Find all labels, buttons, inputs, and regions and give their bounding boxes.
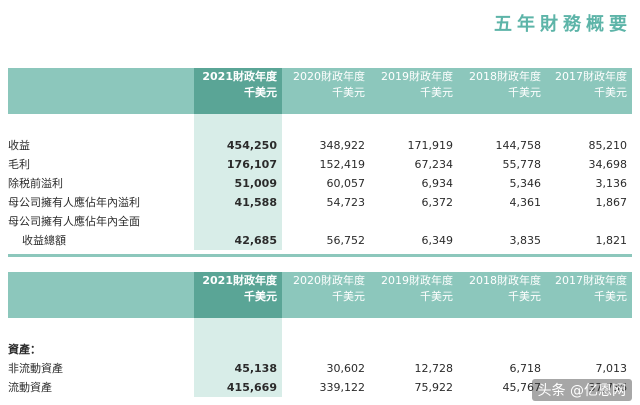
value-cell: 7,013 (595, 362, 628, 375)
header-year: 2017財政年度 (555, 70, 627, 83)
row-label: 毛利 (8, 158, 30, 171)
value-cell: 41,588 (194, 193, 282, 212)
header-unit: 千美元 (594, 290, 627, 303)
header-unit: 千美元 (332, 290, 365, 303)
row-label: 母公司擁有人應佔年內全面 (8, 215, 140, 228)
value-cell: 34,698 (588, 158, 628, 171)
header-unit: 千美元 (244, 86, 277, 99)
value-cell: 67,234 (414, 158, 454, 171)
value-cell: 5,346 (509, 177, 542, 190)
header-unit: 千美元 (508, 290, 541, 303)
value-cell (458, 212, 546, 231)
table-divider (8, 254, 632, 257)
header-blank-cell (8, 68, 194, 114)
header-blank-cell (8, 272, 194, 318)
value-cell (194, 212, 282, 231)
header-unit: 千美元 (508, 86, 541, 99)
header-2017: 2017財政年度 千美元 (546, 68, 632, 114)
value-cell: 6,718 (509, 362, 542, 375)
value-cell: 6,372 (421, 196, 454, 209)
header-2017: 2017財政年度 千美元 (546, 272, 632, 318)
value-cell: 1,821 (595, 234, 628, 247)
header-year: 2021財政年度 (202, 274, 277, 287)
header-unit: 千美元 (420, 290, 453, 303)
row-label: 母公司擁有人應佔年內溢利 (8, 196, 140, 209)
page-title: 五年財務概要 (494, 14, 632, 35)
value-cell (282, 212, 370, 231)
header-2020: 2020財政年度 千美元 (282, 68, 370, 114)
value-cell: 3,136 (595, 177, 628, 190)
value-cell (282, 340, 370, 359)
value-cell: 415,669 (194, 378, 282, 397)
value-cell: 45,138 (194, 359, 282, 378)
value-cell: 348,922 (319, 139, 366, 152)
value-cell: 42,685 (194, 231, 282, 250)
value-cell: 12,728 (414, 362, 454, 375)
value-cell (370, 340, 458, 359)
value-cell: 144,758 (495, 139, 542, 152)
value-cell: 3,835 (509, 234, 542, 247)
value-cell: 171,919 (407, 139, 454, 152)
value-cell: 54,723 (326, 196, 366, 209)
value-cell: 75,922 (414, 381, 454, 394)
value-cell: 454,250 (194, 136, 282, 155)
header-unit: 千美元 (244, 290, 277, 303)
header-year: 2021財政年度 (202, 70, 277, 83)
header-unit: 千美元 (332, 86, 365, 99)
header-year: 2019財政年度 (381, 70, 453, 83)
header-2021: 2021財政年度 千美元 (194, 272, 282, 318)
header-year: 2017財政年度 (555, 274, 627, 287)
header-year: 2018財政年度 (469, 274, 541, 287)
value-cell: 339,122 (319, 381, 366, 394)
value-cell: 30,602 (326, 362, 366, 375)
header-2018: 2018財政年度 千美元 (458, 272, 546, 318)
row-label: 非流動資產 (8, 362, 63, 375)
value-cell: 56,752 (326, 234, 366, 247)
header-2019: 2019財政年度 千美元 (370, 272, 458, 318)
value-cell: 1,867 (595, 196, 628, 209)
header-year: 2020財政年度 (293, 274, 365, 287)
header-unit: 千美元 (594, 86, 627, 99)
value-cell: 6,934 (421, 177, 454, 190)
header-2021: 2021財政年度 千美元 (194, 68, 282, 114)
value-cell: 4,361 (509, 196, 542, 209)
header-2019: 2019財政年度 千美元 (370, 68, 458, 114)
value-cell (458, 340, 546, 359)
header-year: 2018財政年度 (469, 70, 541, 83)
financial-summary-table: 2021財政年度 千美元 2020財政年度 千美元 2019財政年度 千美元 2… (8, 68, 632, 250)
header-2018: 2018財政年度 千美元 (458, 68, 546, 114)
header-unit: 千美元 (420, 86, 453, 99)
row-label: 除税前溢利 (8, 177, 63, 190)
row-label: 收益 (8, 139, 30, 152)
header-year: 2019財政年度 (381, 274, 453, 287)
value-cell: 6,349 (421, 234, 454, 247)
value-cell (546, 340, 632, 359)
value-cell (194, 340, 282, 359)
value-cell: 152,419 (319, 158, 366, 171)
value-cell (546, 212, 632, 231)
value-cell (370, 212, 458, 231)
row-label: 資產： (8, 343, 41, 356)
header-year: 2020財政年度 (293, 70, 365, 83)
watermark: 头条 @亿恩网 (531, 379, 632, 401)
header-2020: 2020財政年度 千美元 (282, 272, 370, 318)
row-label: 收益總額 (22, 234, 66, 247)
value-cell: 55,778 (502, 158, 542, 171)
row-label: 流動資產 (8, 381, 52, 394)
value-cell: 60,057 (326, 177, 366, 190)
value-cell: 51,009 (194, 174, 282, 193)
value-cell: 85,210 (588, 139, 628, 152)
value-cell: 176,107 (194, 155, 282, 174)
